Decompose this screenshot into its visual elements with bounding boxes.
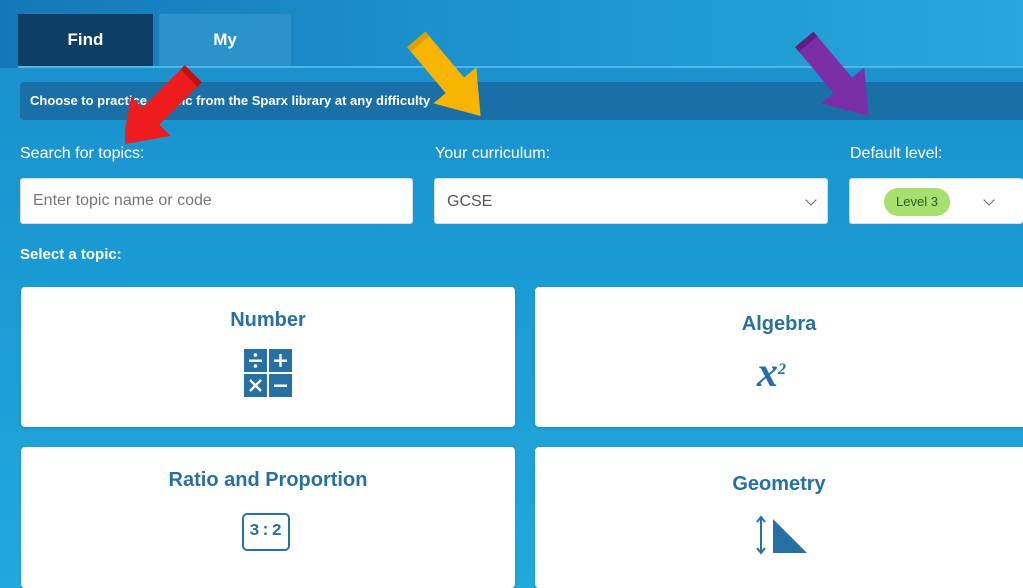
topic-title: Ratio and Proportion [168,469,368,491]
topic-card-geometry[interactable]: Geometry [535,447,1023,588]
topic-card-number[interactable]: Number [21,287,515,427]
exponent-glyph: 2 [778,360,786,378]
curriculum-select[interactable]: GCSE [434,178,828,224]
arithmetic-icon [244,349,292,397]
ratio-icon: 3:2 [242,513,290,551]
select-topic-label: Select a topic: [20,246,122,263]
chevron-down-icon [983,194,995,206]
info-banner-text: Choose to practice a topic from the Spar… [30,93,431,108]
chevron-down-icon [805,194,817,206]
curriculum-value: GCSE [447,193,493,210]
topic-title: Geometry [732,473,826,495]
topic-title: Number [230,309,306,331]
triangle-ruler-icon [756,515,807,555]
search-field [20,178,413,224]
topic-title: Algebra [741,313,817,335]
tab-bar: Find topics My activity [18,14,291,101]
x-squared-icon: x2 [757,349,786,397]
level-badge: Level 3 [884,188,950,216]
level-select[interactable]: Level 3 [849,178,1023,224]
yellow-arrow-icon [407,31,481,116]
tab-my-activity[interactable]: My activity [159,14,291,101]
red-arrow-icon [125,65,202,145]
curriculum-label: Your curriculum: [435,145,551,162]
topic-card-algebra[interactable]: Algebra x2 [535,287,1023,427]
purple-arrow-icon [795,31,869,116]
tab-find-topics[interactable]: Find topics [18,14,153,101]
search-input[interactable] [21,179,412,223]
sparx-find-topics-page: Find topics My activity Choose to practi… [0,0,1023,588]
topic-card-ratio[interactable]: Ratio and Proportion 3:2 [21,447,515,588]
x-glyph: x [757,350,778,396]
level-label: Default level: [850,145,943,162]
